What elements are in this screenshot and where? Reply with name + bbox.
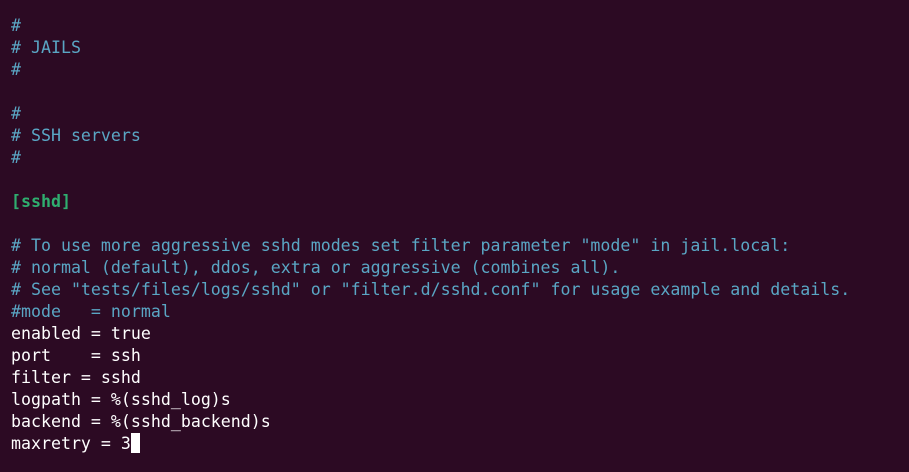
config-line-enabled: enabled = true — [11, 324, 151, 343]
comment-line: #mode = normal — [11, 302, 171, 321]
terminal-editor[interactable]: # # JAILS # # # SSH servers # [sshd] # T… — [0, 0, 909, 472]
comment-line: # — [11, 60, 21, 79]
config-line-backend: backend = %(sshd_backend)s — [11, 412, 271, 431]
comment-line: # normal (default), ddos, extra or aggre… — [11, 258, 621, 277]
config-line-filter: filter = sshd — [11, 368, 141, 387]
config-line-maxretry: maxretry = 3 — [11, 433, 909, 455]
comment-line: # SSH servers — [11, 126, 141, 145]
comment-line: # To use more aggressive sshd modes set … — [11, 236, 791, 255]
text-cursor — [130, 433, 140, 453]
config-line-maxretry-text: maxretry = 3 — [11, 434, 131, 453]
comment-line: # — [11, 148, 21, 167]
config-line-logpath: logpath = %(sshd_log)s — [11, 390, 231, 409]
comment-line: # See "tests/files/logs/sshd" or "filter… — [11, 280, 851, 299]
section-header: [sshd] — [11, 192, 71, 211]
comment-line: # JAILS — [11, 38, 81, 57]
config-line-port: port = ssh — [11, 346, 141, 365]
comment-line: # — [11, 16, 21, 35]
comment-line: # — [11, 104, 21, 123]
